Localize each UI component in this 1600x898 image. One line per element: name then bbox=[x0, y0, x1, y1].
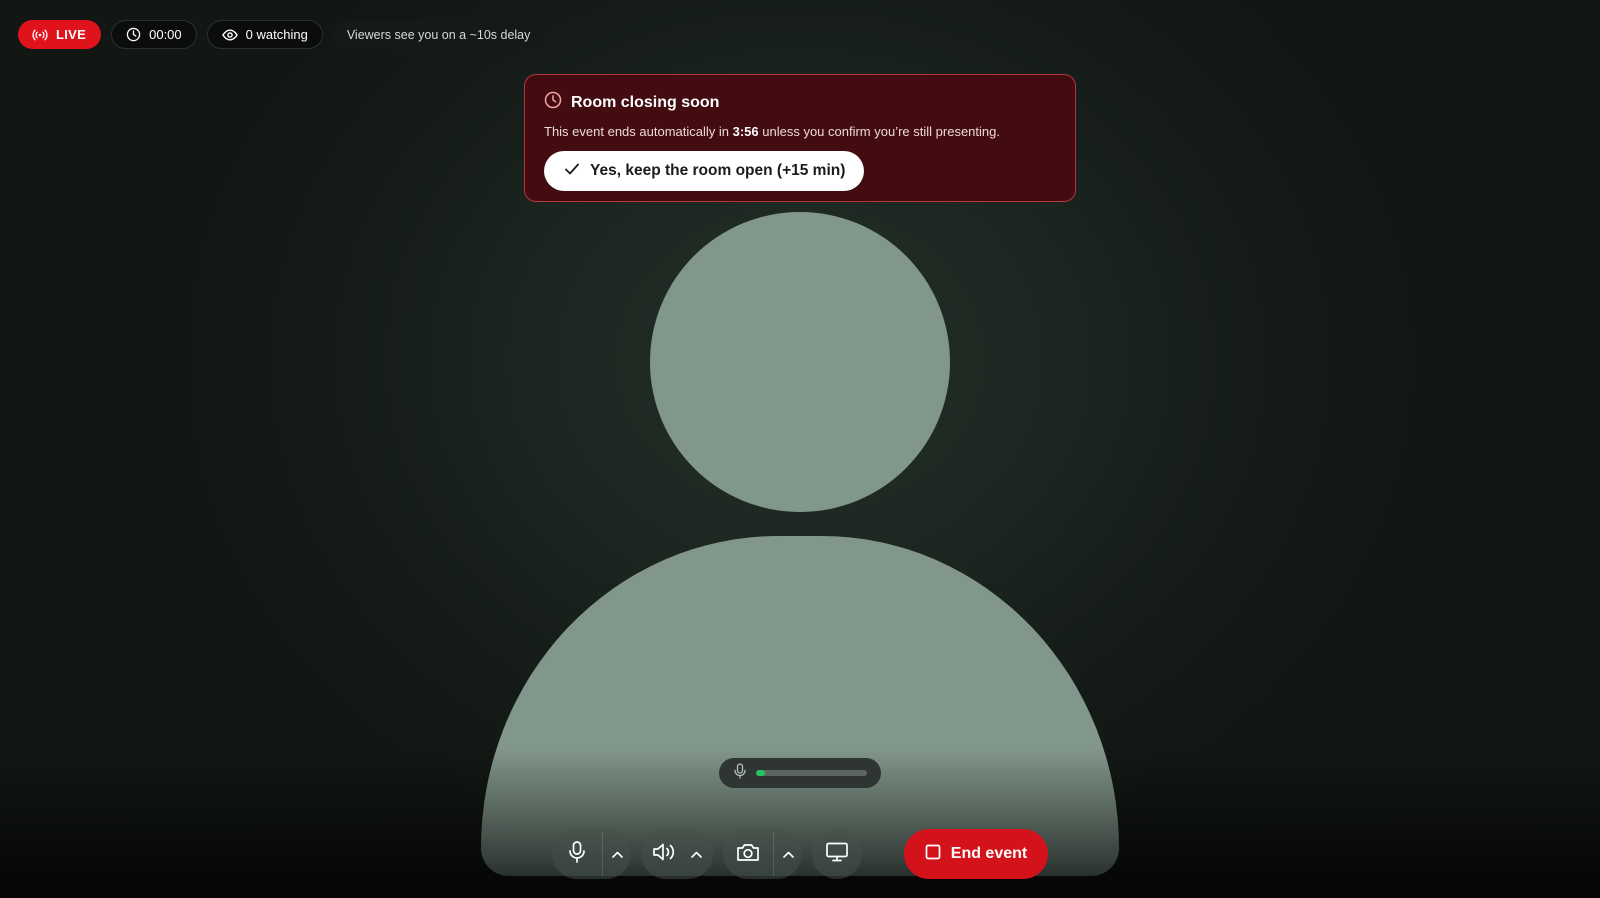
room-closing-banner: Room closing soon This event ends automa… bbox=[524, 74, 1076, 202]
monitor-icon bbox=[826, 842, 848, 867]
eye-icon bbox=[221, 28, 238, 41]
elapsed-timer: 00:00 bbox=[111, 20, 197, 49]
camera-icon bbox=[736, 842, 760, 867]
speaker-icon bbox=[652, 842, 676, 867]
live-badge: LIVE bbox=[18, 20, 102, 49]
speaker-options-button[interactable] bbox=[687, 829, 705, 879]
banner-header: Room closing soon bbox=[544, 91, 1056, 114]
mic-icon bbox=[569, 840, 585, 868]
countdown: 3:56 bbox=[732, 124, 759, 139]
live-label: LIVE bbox=[56, 27, 87, 42]
chevron-up-icon bbox=[690, 845, 702, 863]
delay-notice: Viewers see you on a ~10s delay bbox=[332, 20, 545, 49]
timer-value: 00:00 bbox=[149, 27, 182, 42]
clock-icon bbox=[544, 91, 562, 114]
camera-toggle-button[interactable] bbox=[723, 829, 773, 879]
speaker-button[interactable] bbox=[641, 829, 687, 879]
status-bar: LIVE 00:00 0 watching Viewers see you on… bbox=[18, 20, 545, 49]
mic-icon bbox=[734, 762, 746, 784]
control-bar bbox=[552, 829, 862, 879]
screen-share-button[interactable] bbox=[812, 829, 862, 879]
delay-notice-text: Viewers see you on a ~10s delay bbox=[346, 27, 531, 42]
mic-level-indicator bbox=[719, 758, 881, 788]
banner-message: This event ends automatically in 3:56 un… bbox=[544, 124, 1056, 139]
viewer-count-label: 0 watching bbox=[245, 27, 308, 42]
banner-message-prefix: This event ends automatically in bbox=[544, 124, 733, 139]
speaker-control-group bbox=[641, 829, 713, 879]
live-broadcast-icon bbox=[32, 29, 48, 41]
screen-share-group bbox=[812, 829, 862, 879]
chevron-up-icon bbox=[782, 845, 794, 863]
mic-level-meter bbox=[756, 770, 867, 776]
stop-square-icon bbox=[925, 844, 941, 865]
avatar-placeholder-body bbox=[481, 536, 1119, 876]
mic-options-button[interactable] bbox=[603, 829, 631, 879]
camera-control-group bbox=[723, 829, 802, 879]
mic-control-group bbox=[552, 829, 631, 879]
end-event-label: End event bbox=[950, 845, 1028, 862]
video-stage: LIVE 00:00 0 watching Viewers see you on… bbox=[0, 0, 1600, 898]
chevron-up-icon bbox=[611, 845, 623, 863]
banner-message-suffix: unless you confirm you’re still presenti… bbox=[758, 124, 1000, 139]
mic-toggle-button[interactable] bbox=[552, 829, 602, 879]
keep-room-open-label: Yes, keep the room open (+15 min) bbox=[590, 162, 846, 179]
avatar-placeholder-head bbox=[650, 212, 950, 512]
clock-icon bbox=[126, 27, 141, 42]
keep-room-open-button[interactable]: Yes, keep the room open (+15 min) bbox=[544, 151, 865, 191]
viewer-count: 0 watching bbox=[206, 20, 323, 49]
end-event-button[interactable]: End event bbox=[904, 829, 1048, 879]
mic-level-fill bbox=[756, 770, 765, 776]
camera-options-button[interactable] bbox=[774, 829, 802, 879]
check-icon bbox=[564, 162, 580, 181]
banner-title: Room closing soon bbox=[571, 93, 720, 111]
